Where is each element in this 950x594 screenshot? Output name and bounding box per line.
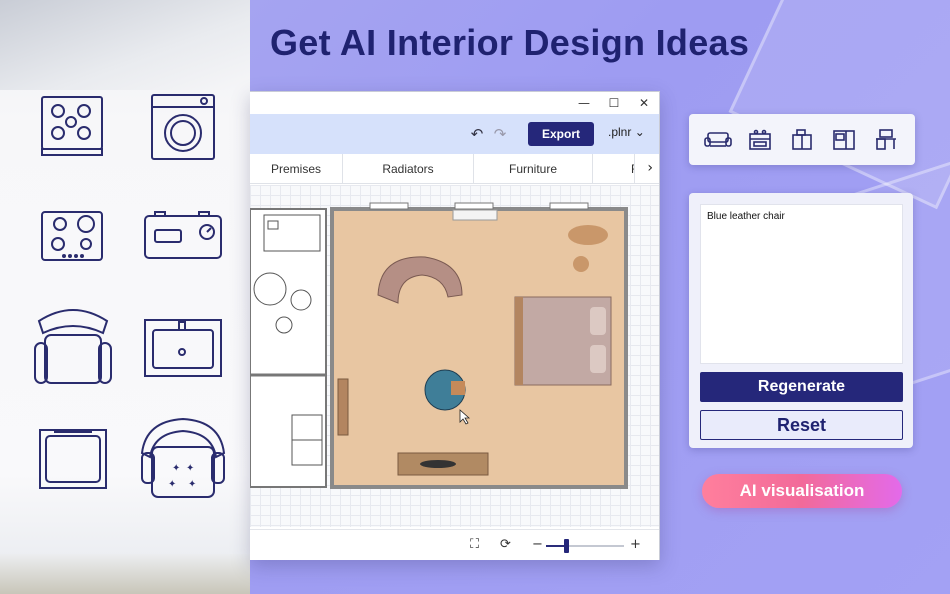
kitchen-cabinet-icon[interactable]	[787, 125, 817, 155]
radio-icon	[143, 210, 223, 262]
ai-prompt-panel: Blue leather chair Regenerate Reset	[689, 193, 913, 448]
sofa-icon[interactable]	[703, 125, 733, 155]
stove-icon[interactable]	[745, 125, 775, 155]
format-label: .plnr	[608, 125, 632, 139]
headline: Get AI Interior Design Ideas	[270, 22, 750, 63]
category-tabs: Premises Radiators Furniture F ›	[250, 154, 659, 184]
redo-icon[interactable]: ↷	[490, 124, 510, 144]
chevron-right-icon[interactable]: ›	[647, 160, 653, 176]
left-icon-panel: ✦ ✦ ✦ ✦	[0, 0, 250, 594]
armchair-icon	[33, 303, 113, 393]
reset-view-icon[interactable]: ⟳	[500, 537, 511, 552]
zoom-thumb[interactable]	[563, 539, 569, 553]
tab-partial[interactable]: F	[593, 154, 635, 184]
chair-top-icon	[38, 428, 108, 490]
zoom-in-icon[interactable]: +	[630, 537, 641, 552]
tab-premises[interactable]: Premises	[250, 154, 343, 184]
close-button[interactable]: ✕	[629, 92, 659, 114]
app-window: — ☐ ✕ ↶ ↷ Export .plnr ⌄ Premises Radiat…	[250, 91, 660, 560]
regenerate-button[interactable]: Regenerate	[700, 372, 903, 402]
svg-text:✦: ✦	[186, 463, 194, 474]
svg-text:✦: ✦	[172, 463, 180, 474]
tab-furniture[interactable]: Furniture	[474, 154, 593, 184]
ai-visualisation-button[interactable]: AI visualisation	[702, 474, 902, 508]
status-bar: ⛶ ⟳ − +	[250, 529, 659, 560]
cooktop-icon	[40, 210, 106, 264]
toolbar: ↶ ↷ Export .plnr ⌄	[250, 114, 659, 154]
floor-plan-canvas[interactable]	[250, 185, 659, 527]
chevron-down-icon: ⌄	[634, 125, 645, 139]
furniture-icon-tray	[689, 114, 915, 165]
zoom-out-icon[interactable]: −	[532, 537, 543, 552]
armchair-star-icon: ✦ ✦ ✦ ✦	[136, 417, 230, 501]
undo-icon[interactable]: ↶	[467, 124, 487, 144]
tab-radiators[interactable]: Radiators	[343, 154, 474, 184]
prompt-input[interactable]: Blue leather chair	[700, 204, 903, 364]
minimize-button[interactable]: —	[569, 92, 599, 114]
desk-icon[interactable]	[871, 125, 901, 155]
zoom-slider[interactable]	[546, 539, 624, 553]
fit-screen-icon[interactable]: ⛶	[470, 537, 479, 552]
svg-text:✦: ✦	[168, 479, 176, 490]
sink-icon	[143, 318, 223, 378]
zoom-fill	[546, 545, 566, 547]
maximize-button[interactable]: ☐	[599, 92, 629, 114]
export-button[interactable]: Export	[528, 122, 594, 146]
svg-text:✦: ✦	[188, 479, 196, 490]
title-bar: — ☐ ✕	[250, 92, 659, 114]
format-dropdown[interactable]: .plnr ⌄	[608, 125, 645, 139]
washing-machine-icon	[150, 93, 216, 161]
appliance-icon[interactable]	[829, 125, 859, 155]
gas-stove-icon	[40, 95, 106, 157]
reset-button[interactable]: Reset	[700, 410, 903, 440]
